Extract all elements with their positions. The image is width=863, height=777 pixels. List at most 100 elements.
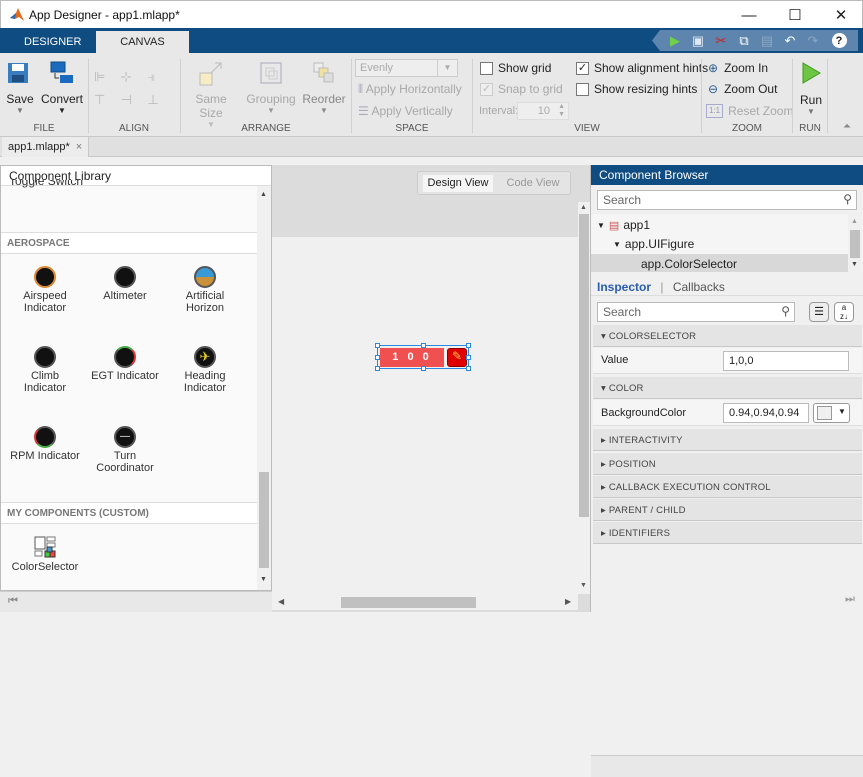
ui-figure-canvas[interactable]: 1 0 0 ✎ — [272, 237, 578, 594]
category-my-components[interactable]: MY COMPONENTS (CUSTOM) — [1, 502, 257, 524]
group-colorselector[interactable]: ▾ COLORSELECTOR — [593, 325, 862, 347]
resize-handle[interactable] — [375, 366, 380, 371]
collapse-right-icon[interactable]: ⏭ — [845, 593, 855, 606]
grouping-button[interactable]: Grouping ▼ — [245, 61, 297, 115]
apply-vertically-button[interactable]: ☰ Apply Vertically — [358, 104, 453, 118]
canvas-hscrollbar[interactable]: ◀ ▶ — [272, 594, 578, 610]
reorder-button[interactable]: Reorder ▼ — [302, 61, 346, 115]
canvas-hscroll-thumb[interactable] — [341, 597, 476, 608]
resize-handle[interactable] — [421, 343, 426, 348]
zoom-in-button[interactable]: ⊕ Zoom In — [708, 61, 768, 75]
colorselector-value-field[interactable]: 1 0 0 — [380, 348, 444, 367]
component-airspeed-indicator[interactable]: Airspeed Indicator — [5, 266, 85, 314]
show-alignment-hints-checkbox[interactable]: ✓ Show alignment hints — [576, 61, 708, 75]
colorselector-selection[interactable]: 1 0 0 ✎ — [375, 343, 471, 371]
collapse-left-icon[interactable]: ⏮ — [8, 595, 18, 608]
tree-node-app1[interactable]: ▼ ▤ app1 — [597, 218, 650, 232]
align-center-icon[interactable]: ⊹ — [121, 69, 148, 86]
component-turn-coordinator[interactable]: — Turn Coordinator — [85, 426, 165, 474]
reset-zoom-button[interactable]: 1:1 Reset Zoom — [706, 104, 793, 118]
code-view-button[interactable]: Code View — [500, 175, 566, 192]
align-bottom-icon[interactable]: ⊥ — [147, 92, 174, 109]
convert-dropdown-arrow-icon[interactable]: ▼ — [40, 106, 84, 115]
interval-spinner[interactable]: 10 ▲ ▼ — [517, 102, 569, 120]
tab-callbacks[interactable]: Callbacks — [673, 280, 725, 294]
qat-redo-button[interactable]: ↷ — [802, 31, 824, 50]
component-climb-indicator[interactable]: Climb Indicator — [5, 346, 85, 394]
library-scrollbar[interactable]: ▲ ▼ — [257, 186, 271, 590]
expand-arrow-icon[interactable]: ▼ — [613, 240, 621, 249]
tab-designer[interactable]: DESIGNER — [8, 31, 97, 53]
group-identifiers[interactable]: ▸ IDENTIFIERS — [593, 522, 862, 544]
resize-handle[interactable] — [466, 355, 471, 360]
resize-handle[interactable] — [375, 343, 380, 348]
convert-button[interactable]: Convert ▼ — [40, 61, 84, 115]
align-top-icon[interactable]: ⊤ — [94, 92, 121, 109]
qat-save-button[interactable]: ▣ — [687, 31, 709, 50]
colorselector-picker-button[interactable]: ✎ — [447, 348, 467, 367]
zoom-out-button[interactable]: ⊖ Zoom Out — [708, 82, 777, 96]
backgroundcolor-input[interactable]: 0.94,0.94,0.94 — [723, 403, 809, 423]
expand-arrow-icon[interactable]: ▼ — [597, 221, 605, 230]
browser-search-input[interactable]: Search ⚲ — [597, 190, 857, 210]
component-artificial-horizon[interactable]: Artificial Horizon — [165, 266, 245, 314]
align-left-icon[interactable]: ⊫ — [94, 69, 121, 86]
qat-undo-button[interactable]: ↶ — [779, 31, 801, 50]
show-grid-checkbox[interactable]: Show grid — [480, 61, 551, 75]
tab-canvas[interactable]: CANVAS — [96, 31, 189, 53]
scroll-up-arrow-icon[interactable]: ▲ — [851, 218, 858, 225]
component-heading-indicator[interactable]: ✈ Heading Indicator — [165, 346, 245, 394]
group-color[interactable]: ▾ COLOR — [593, 377, 862, 399]
component-egt-indicator[interactable]: EGT Indicator — [85, 346, 165, 382]
align-right-icon[interactable]: ⫣ — [147, 69, 174, 86]
align-middle-icon[interactable]: ⊣ — [121, 92, 148, 109]
doc-tab-app1[interactable]: app1.mlapp* × — [2, 137, 90, 157]
resize-handle[interactable] — [421, 366, 426, 371]
scroll-left-arrow-icon[interactable]: ◀ — [278, 597, 284, 606]
same-size-button[interactable]: Same Size ▼ — [185, 61, 237, 129]
scroll-down-arrow-icon[interactable]: ▼ — [851, 261, 858, 268]
group-parent-child[interactable]: ▸ PARENT / CHILD — [593, 499, 862, 521]
resize-handle[interactable] — [466, 366, 471, 371]
close-window-button[interactable]: ✕ — [818, 1, 863, 29]
inspector-search-input[interactable]: Search ⚲ — [597, 302, 795, 322]
resize-handle[interactable] — [375, 355, 380, 360]
save-button[interactable]: Save ▼ — [6, 61, 34, 115]
canvas-vscroll-thumb[interactable] — [579, 214, 589, 517]
qat-run-button[interactable]: ▶ — [664, 31, 686, 50]
component-rpm-indicator[interactable]: RPM Indicator — [5, 426, 85, 462]
scroll-up-arrow-icon[interactable]: ▲ — [260, 191, 267, 198]
qat-help-button[interactable]: ? — [828, 31, 850, 50]
scroll-right-arrow-icon[interactable]: ▶ — [565, 597, 571, 606]
group-position[interactable]: ▸ POSITION — [593, 453, 862, 475]
scroll-down-arrow-icon[interactable]: ▼ — [580, 582, 587, 589]
tab-inspector[interactable]: Inspector — [597, 280, 651, 294]
qat-paste-button[interactable]: ▤ — [756, 31, 778, 50]
show-resizing-hints-checkbox[interactable]: Show resizing hints — [576, 82, 697, 96]
collapse-ribbon-icon[interactable]: ⏶ — [843, 121, 851, 132]
maximize-button[interactable]: ☐ — [772, 1, 818, 29]
scroll-down-arrow-icon[interactable]: ▼ — [260, 576, 267, 583]
design-view-button[interactable]: Design View — [423, 175, 493, 192]
category-aerospace[interactable]: AEROSPACE — [1, 232, 257, 254]
tree-scroll-thumb[interactable] — [850, 230, 860, 258]
tree-scrollbar[interactable]: ▲ ▼ — [848, 214, 862, 272]
snap-to-grid-checkbox[interactable]: ✓ Snap to grid — [480, 82, 563, 96]
qat-cut-button[interactable]: ✂ — [710, 31, 732, 50]
scroll-up-arrow-icon[interactable]: ▲ — [580, 204, 587, 211]
run-button[interactable]: Run ▼ — [797, 61, 825, 116]
group-interactivity[interactable]: ▸ INTERACTIVITY — [593, 429, 862, 451]
color-picker-dropdown[interactable]: ▼ — [813, 403, 850, 423]
tree-node-uifigure[interactable]: ▼ app.UIFigure — [613, 237, 694, 251]
space-dropdown[interactable]: Evenly ▼ — [355, 59, 458, 77]
group-callback-execution-control[interactable]: ▸ CALLBACK EXECUTION CONTROL — [593, 476, 862, 498]
sort-alphabetical-button[interactable]: a z↓ — [834, 302, 854, 322]
tree-node-colorselector[interactable]: app.ColorSelector — [591, 254, 848, 272]
minimize-button[interactable]: — — [726, 1, 772, 29]
resize-handle[interactable] — [466, 343, 471, 348]
value-input[interactable]: 1,0,0 — [723, 351, 849, 371]
apply-horizontally-button[interactable]: ⫴ Apply Horizontally — [358, 82, 462, 97]
qat-copy-button[interactable]: ⧉ — [733, 31, 755, 50]
library-scroll-thumb[interactable] — [259, 472, 269, 568]
close-tab-icon[interactable]: × — [76, 141, 82, 153]
